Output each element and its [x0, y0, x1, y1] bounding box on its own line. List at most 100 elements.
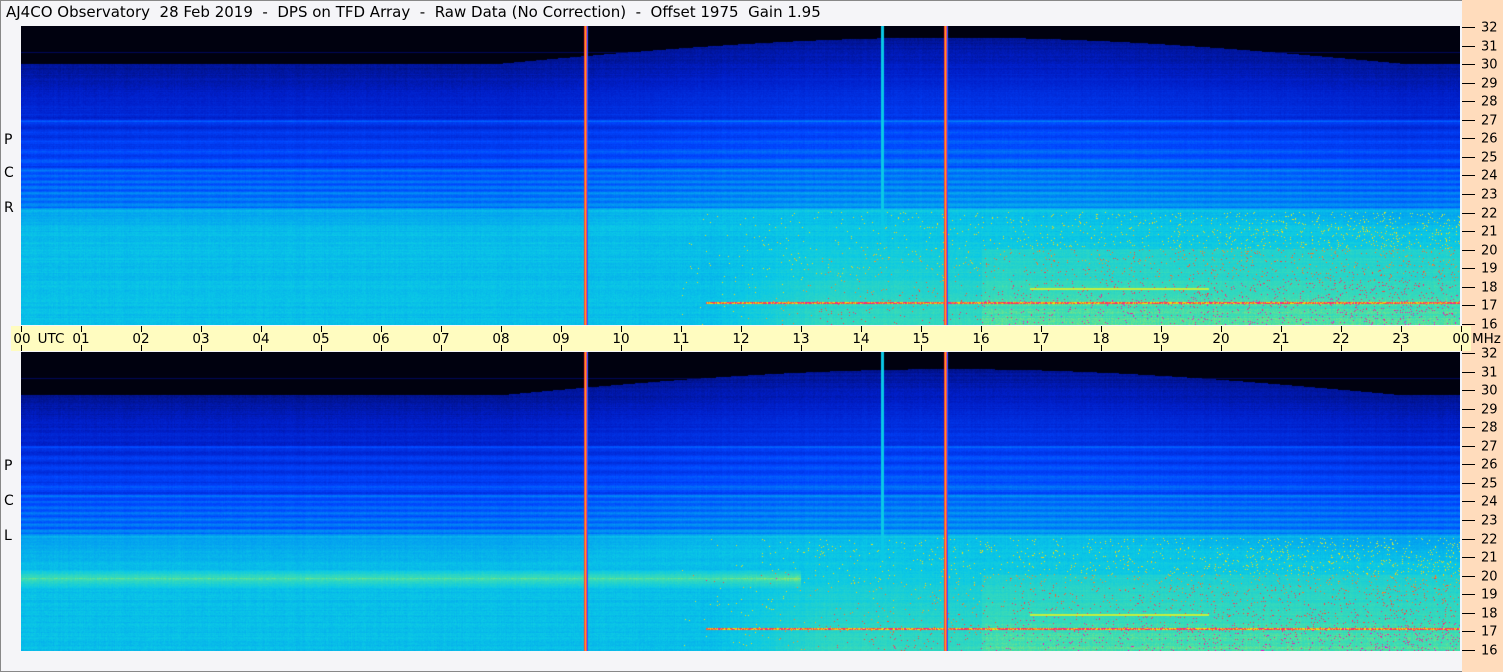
freq-label: 19	[1481, 587, 1498, 603]
freq-tick	[1462, 539, 1475, 540]
freq-tick	[1462, 64, 1475, 65]
time-label: 00	[13, 331, 31, 347]
freq-tick	[1462, 576, 1475, 577]
freq-tick	[1462, 194, 1475, 195]
freq-tick	[1462, 27, 1475, 28]
freq-tick	[1462, 446, 1475, 447]
freq-tick	[1462, 501, 1475, 502]
time-label: 00	[1452, 331, 1470, 347]
freq-tick	[1462, 557, 1475, 558]
freq-label: 20	[1481, 243, 1498, 259]
freq-label: 22	[1481, 206, 1498, 222]
time-label: 18	[1092, 331, 1110, 347]
freq-label: 23	[1481, 513, 1498, 529]
freq-label: 27	[1481, 439, 1498, 455]
freq-tick	[1462, 613, 1475, 614]
mhz-unit-label: MHz	[1472, 331, 1501, 347]
freq-tick	[1462, 594, 1475, 595]
freq-label: 32	[1481, 346, 1498, 362]
freq-tick	[1462, 120, 1475, 121]
freq-label: 31	[1481, 365, 1498, 381]
lcp-label-l: L	[4, 528, 12, 544]
freq-label: 31	[1481, 39, 1498, 55]
time-label: 06	[372, 331, 390, 347]
time-label: 04	[252, 331, 270, 347]
freq-tick	[1462, 409, 1475, 410]
time-label: 14	[852, 331, 870, 347]
freq-label: 20	[1481, 569, 1498, 585]
freq-label: 21	[1481, 224, 1498, 240]
freq-tick	[1462, 483, 1475, 484]
time-label: 02	[132, 331, 150, 347]
freq-tick	[1462, 650, 1475, 651]
freq-tick	[1462, 390, 1475, 391]
time-label: 10	[612, 331, 630, 347]
freq-label: 21	[1481, 550, 1498, 566]
time-label: 08	[492, 331, 510, 347]
freq-label: 29	[1481, 402, 1498, 418]
time-label: 05	[312, 331, 330, 347]
rcp-label-p: R	[4, 200, 14, 216]
time-label: 17	[1032, 331, 1050, 347]
freq-label: 24	[1481, 168, 1498, 184]
freq-label: 17	[1481, 298, 1498, 314]
freq-tick	[1462, 83, 1475, 84]
rcp-spectrogram	[21, 26, 1460, 325]
freq-tick	[1462, 46, 1475, 47]
time-label: 22	[1332, 331, 1350, 347]
freq-label: 30	[1481, 57, 1498, 73]
freq-label: 23	[1481, 187, 1498, 203]
lcp-label-c: C	[4, 493, 14, 509]
time-label: 07	[432, 331, 450, 347]
freq-tick	[1462, 305, 1475, 306]
freq-label: 27	[1481, 113, 1498, 129]
freq-label: 30	[1481, 383, 1498, 399]
freq-tick	[1462, 138, 1475, 139]
freq-label: 18	[1481, 280, 1498, 296]
lcp-label-p: P	[4, 458, 13, 474]
freq-tick	[1462, 631, 1475, 632]
time-label: 12	[732, 331, 750, 347]
freq-label: 18	[1481, 606, 1498, 622]
freq-tick	[1462, 372, 1475, 373]
freq-tick	[1462, 520, 1475, 521]
chart-title: AJ4CO Observatory 28 Feb 2019 - DPS on T…	[6, 3, 821, 21]
freq-tick	[1462, 353, 1475, 354]
freq-label: 32	[1481, 20, 1498, 36]
time-label: 23	[1392, 331, 1410, 347]
freq-label: 17	[1481, 624, 1498, 640]
time-label: 19	[1152, 331, 1170, 347]
lcp-spectrogram	[21, 352, 1460, 651]
freq-tick	[1462, 157, 1475, 158]
freq-tick	[1462, 231, 1475, 232]
freq-tick	[1462, 268, 1475, 269]
time-label: 15	[912, 331, 930, 347]
freq-label: 22	[1481, 532, 1498, 548]
freq-label: 16	[1481, 643, 1498, 659]
freq-tick	[1462, 287, 1475, 288]
time-label: 21	[1272, 331, 1290, 347]
freq-label: 28	[1481, 420, 1498, 436]
freq-label: 28	[1481, 94, 1498, 110]
freq-tick	[1462, 213, 1475, 214]
freq-label: 29	[1481, 76, 1498, 92]
time-label: 20	[1212, 331, 1230, 347]
freq-label: 26	[1481, 131, 1498, 147]
freq-tick	[1462, 427, 1475, 428]
rcp-label-r: P	[4, 132, 13, 148]
freq-label: 25	[1481, 150, 1498, 166]
rcp-label-c: C	[4, 165, 14, 181]
time-label: 09	[552, 331, 570, 347]
freq-tick	[1462, 464, 1475, 465]
freq-tick	[1462, 324, 1475, 325]
time-label: 13	[792, 331, 810, 347]
time-label: 03	[192, 331, 210, 347]
freq-tick	[1462, 250, 1475, 251]
time-label: 11	[672, 331, 690, 347]
freq-tick	[1462, 101, 1475, 102]
freq-tick	[1462, 175, 1475, 176]
freq-label: 26	[1481, 457, 1498, 473]
freq-label: 25	[1481, 476, 1498, 492]
utc-label: UTC	[37, 331, 65, 347]
freq-label: 19	[1481, 261, 1498, 277]
